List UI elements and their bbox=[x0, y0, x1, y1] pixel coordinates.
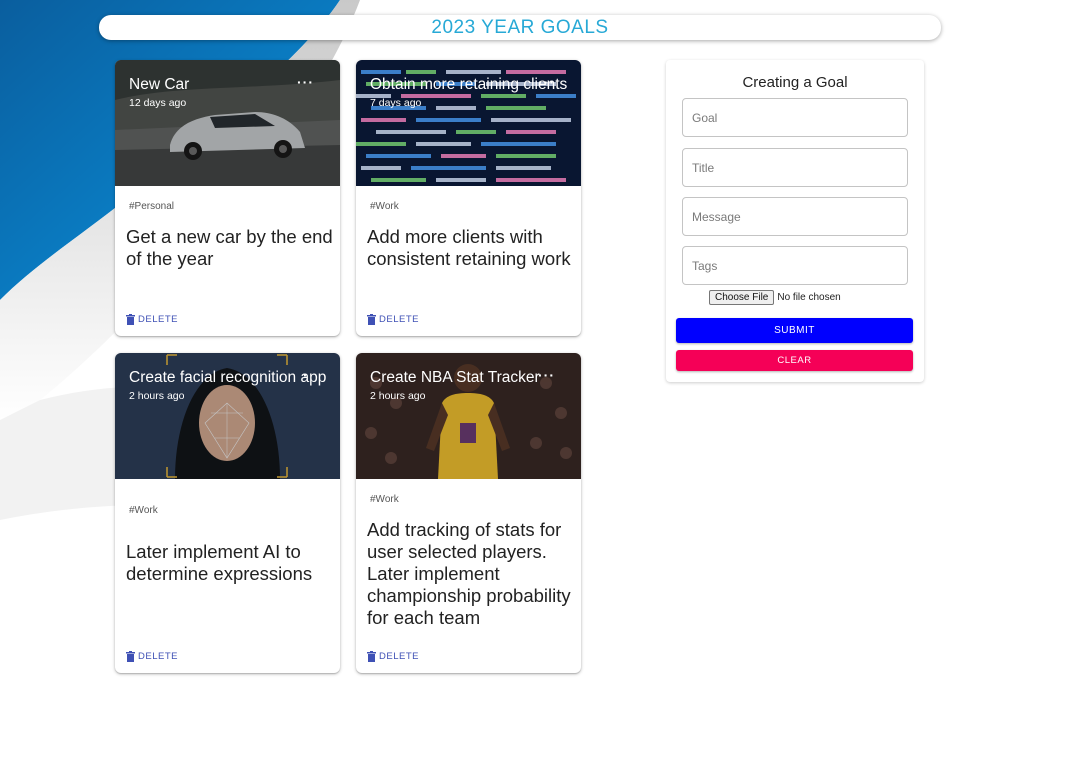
more-horiz-icon[interactable]: ··· bbox=[538, 367, 555, 383]
post-image: Obtain more retaining clients 7 days ago… bbox=[356, 60, 581, 186]
post-message: Add tracking of stats for user selected … bbox=[367, 519, 571, 628]
trash-icon bbox=[126, 314, 135, 325]
delete-label: DELETE bbox=[379, 314, 419, 325]
post-tags: #Work bbox=[370, 494, 399, 505]
file-status: No file chosen bbox=[777, 292, 841, 303]
delete-label: DELETE bbox=[138, 651, 178, 662]
post-message: Add more clients with consistent retaini… bbox=[367, 226, 571, 269]
more-horiz-icon[interactable]: ··· bbox=[538, 74, 555, 90]
post-time: 2 hours ago bbox=[129, 390, 185, 402]
post-tags: #Work bbox=[129, 505, 158, 516]
file-upload: Choose File No file chosen bbox=[709, 290, 841, 305]
delete-button[interactable]: DELETE bbox=[126, 651, 178, 662]
delete-button[interactable]: DELETE bbox=[367, 651, 419, 662]
post-image: New Car 12 days ago ··· bbox=[115, 60, 340, 186]
post-time: 7 days ago bbox=[370, 97, 422, 109]
form-title: Creating a Goal bbox=[742, 74, 848, 91]
delete-button[interactable]: DELETE bbox=[126, 314, 178, 325]
post-message: Later implement AI to determine expressi… bbox=[126, 541, 313, 584]
delete-label: DELETE bbox=[138, 314, 178, 325]
post-image: Create NBA Stat Tracker 2 hours ago ··· bbox=[356, 353, 581, 479]
trash-icon bbox=[367, 314, 376, 325]
post-tags: #Personal bbox=[129, 201, 175, 212]
submit-button[interactable]: SUBMIT bbox=[676, 318, 913, 343]
more-horiz-icon[interactable]: · bbox=[303, 367, 309, 383]
page-title: 2023 YEAR GOALS bbox=[431, 16, 609, 38]
choose-file-button[interactable]: Choose File bbox=[709, 290, 775, 305]
post-title: New Car bbox=[129, 76, 190, 93]
trash-icon bbox=[367, 651, 376, 662]
delete-button[interactable]: DELETE bbox=[367, 314, 419, 325]
clear-button[interactable]: CLEAR bbox=[676, 350, 913, 371]
tags-input[interactable] bbox=[682, 246, 908, 285]
post-title: Create facial recognition app bbox=[129, 369, 327, 386]
app-header: 2023 YEAR GOALS bbox=[99, 15, 941, 40]
trash-icon bbox=[126, 651, 135, 662]
more-horiz-icon[interactable]: ··· bbox=[297, 74, 314, 90]
post-card-facial-recognition: Create facial recognition app 2 hours ag… bbox=[115, 353, 340, 673]
delete-label: DELETE bbox=[379, 651, 419, 662]
post-time: 2 hours ago bbox=[370, 390, 426, 402]
post-image: Create facial recognition app 2 hours ag… bbox=[115, 353, 340, 479]
goal-input[interactable] bbox=[682, 98, 908, 137]
post-card-retaining-clients: Obtain more retaining clients 7 days ago… bbox=[356, 60, 581, 336]
post-time: 12 days ago bbox=[129, 97, 187, 109]
message-input[interactable] bbox=[682, 197, 908, 236]
post-message: Get a new car by the end of the year bbox=[126, 226, 333, 269]
post-title: Create NBA Stat Tracker bbox=[370, 369, 540, 386]
post-card-new-car: New Car 12 days ago ··· #Personal Get a … bbox=[115, 60, 340, 336]
post-tags: #Work bbox=[370, 201, 399, 212]
post-card-nba-tracker: Create NBA Stat Tracker 2 hours ago ··· … bbox=[356, 353, 581, 673]
title-input[interactable] bbox=[682, 148, 908, 187]
create-goal-form: Creating a Goal Choose File No file chos… bbox=[666, 60, 924, 382]
